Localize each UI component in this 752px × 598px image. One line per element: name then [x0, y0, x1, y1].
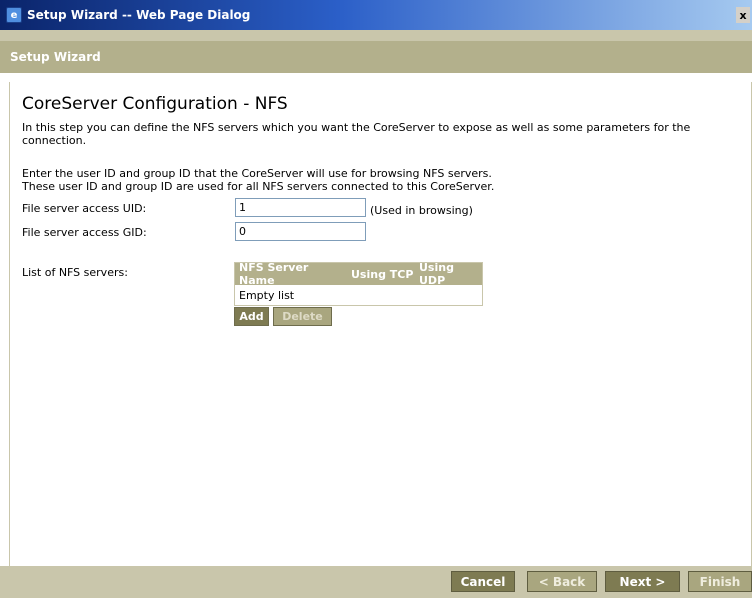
wizard-header-title: Setup Wizard	[10, 50, 101, 64]
uid-label: File server access UID:	[22, 202, 147, 215]
nfs-list-label: List of NFS servers:	[22, 266, 128, 279]
ie-app-icon: e	[6, 7, 22, 23]
window-title: Setup Wizard -- Web Page Dialog	[27, 8, 251, 22]
close-button[interactable]: x	[736, 7, 750, 23]
instructions: Enter the user ID and group ID that the …	[22, 167, 702, 193]
finish-button[interactable]: Finish	[688, 571, 752, 592]
page-title: CoreServer Configuration - NFS	[22, 94, 288, 114]
header-top-band	[0, 30, 752, 41]
uid-hint: (Used in browsing)	[370, 204, 473, 217]
nfs-table-header: NFS Server Name Using TCP Using UDP	[235, 261, 482, 287]
gid-label: File server access GID:	[22, 226, 147, 239]
column-header-server-name[interactable]: NFS Server Name	[235, 261, 347, 287]
empty-list-text: Empty list	[239, 288, 295, 302]
instructions-line-1: Enter the user ID and group ID that the …	[22, 167, 492, 180]
next-button[interactable]: Next >	[605, 571, 680, 592]
back-button[interactable]: < Back	[527, 571, 597, 592]
content-panel	[9, 82, 752, 566]
window-titlebar: e Setup Wizard -- Web Page Dialog x	[0, 0, 752, 30]
page-description: In this step you can define the NFS serv…	[22, 121, 691, 147]
wizard-header: Setup Wizard	[0, 41, 752, 74]
uid-input[interactable]	[235, 198, 366, 217]
column-header-using-tcp[interactable]: Using TCP	[347, 268, 415, 281]
column-header-using-udp[interactable]: Using UDP	[415, 261, 482, 287]
instructions-line-2: These user ID and group ID are used for …	[22, 180, 495, 193]
nfs-table-empty-row: Empty list	[235, 285, 482, 305]
add-button[interactable]: Add	[234, 307, 269, 326]
nfs-servers-table: NFS Server Name Using TCP Using UDP Empt…	[234, 261, 483, 306]
delete-button[interactable]: Delete	[273, 307, 332, 326]
cancel-button[interactable]: Cancel	[451, 571, 515, 592]
gid-input[interactable]	[235, 222, 366, 241]
